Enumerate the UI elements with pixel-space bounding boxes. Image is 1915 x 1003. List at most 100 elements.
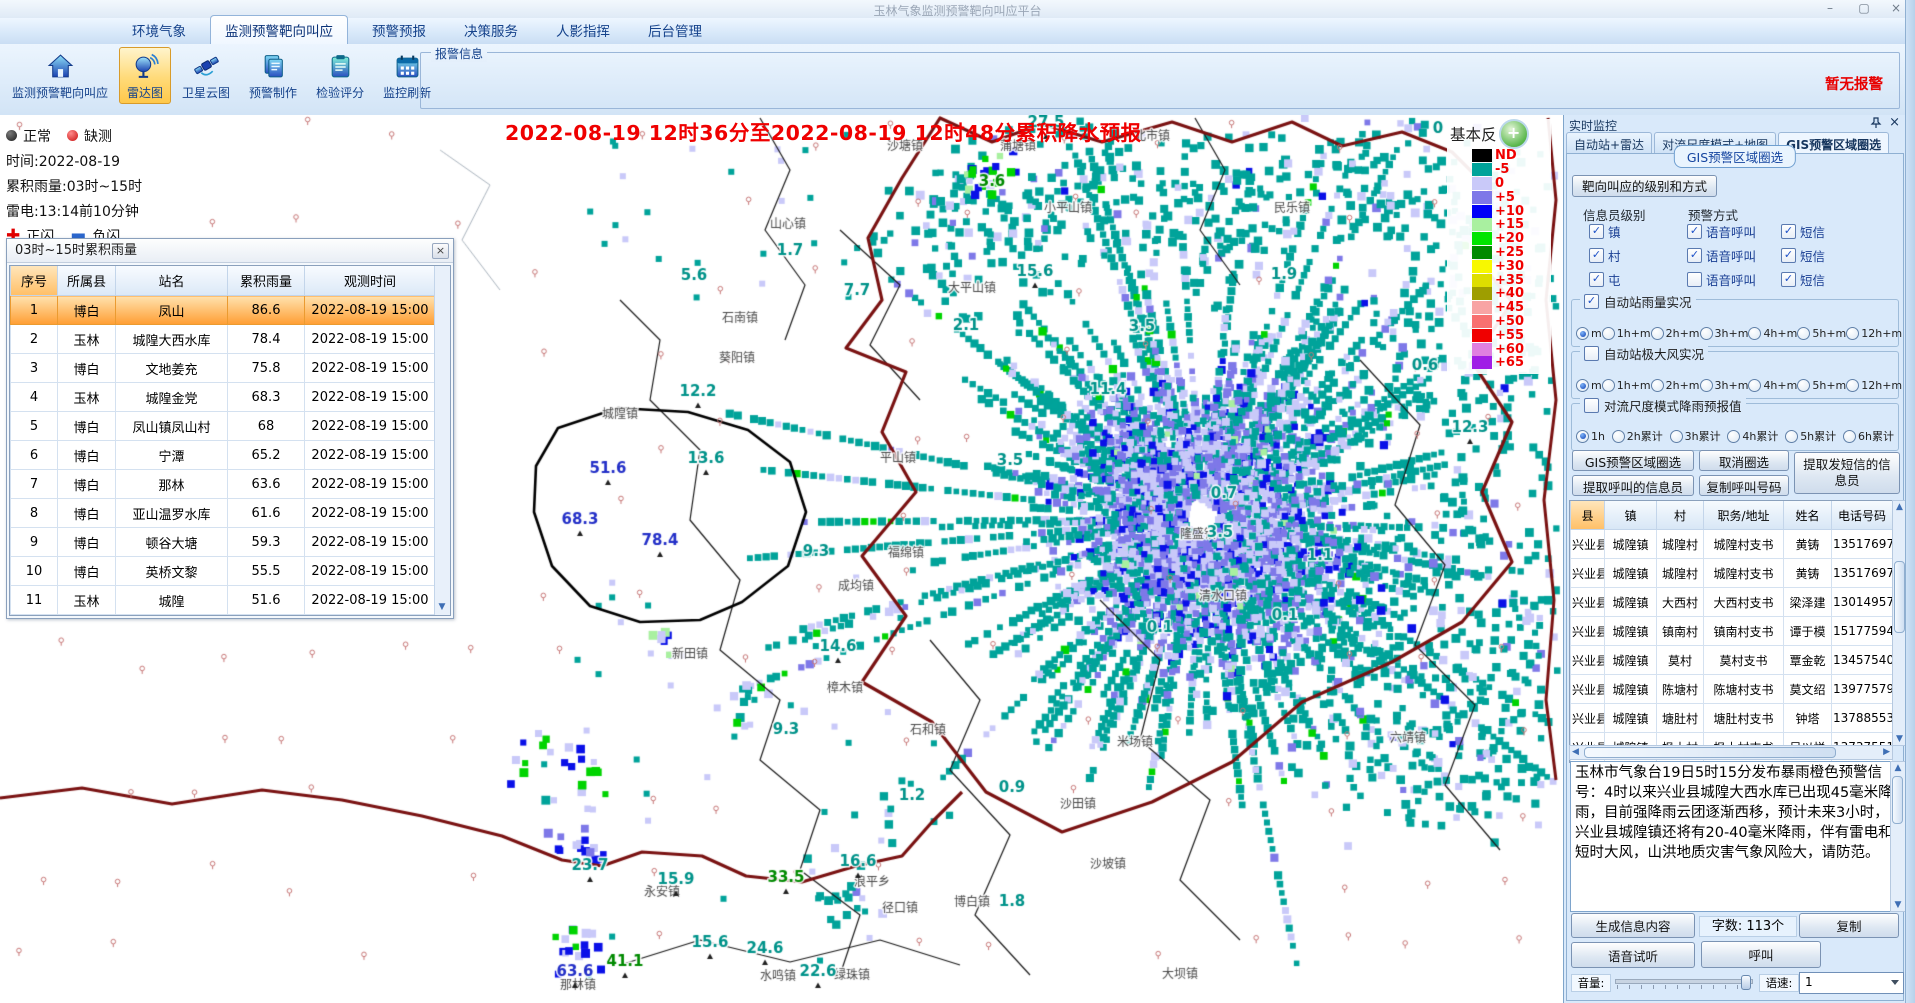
table-row[interactable]: 8博白亚山温罗水库61.62022-08-19 15:00 bbox=[11, 499, 436, 528]
radio-option[interactable]: 2h累计 bbox=[1612, 428, 1663, 444]
radio-icon[interactable] bbox=[1670, 430, 1683, 443]
contacts-col-header[interactable]: 职务/地址 bbox=[1704, 501, 1784, 530]
toolbar-button-2[interactable]: 雷达图 bbox=[119, 47, 171, 104]
gis-select-button[interactable]: GIS预警区域圈选 bbox=[1572, 450, 1694, 471]
checkbox-icon[interactable]: ✓ bbox=[1589, 248, 1604, 263]
table-row[interactable]: 5博白凤山镇凤山村682022-08-19 15:00 bbox=[11, 412, 436, 441]
table-row[interactable]: 兴业县城隍镇镇南村镇南村支书谭于模151775946 bbox=[1571, 617, 1893, 646]
rain-col-header[interactable]: 站名 bbox=[116, 266, 228, 296]
radio-icon[interactable] bbox=[1700, 327, 1713, 340]
level-mode-button[interactable]: 靶向叫应的级别和方式 bbox=[1572, 175, 1717, 197]
rain-col-header[interactable]: 所属县 bbox=[58, 266, 116, 296]
scroll-down-icon[interactable]: ▼ bbox=[436, 601, 448, 614]
radio-option[interactable]: 3h+m bbox=[1700, 327, 1749, 340]
radio-icon[interactable] bbox=[1785, 430, 1798, 443]
toolbar-button-3[interactable]: 卫星云图 bbox=[174, 47, 238, 104]
radio-option[interactable]: 5h+m bbox=[1797, 327, 1846, 340]
radio-option[interactable]: m bbox=[1576, 379, 1602, 392]
rain-col-header[interactable]: 累积雨量 bbox=[228, 266, 305, 296]
checkbox-icon[interactable] bbox=[1584, 398, 1599, 413]
contacts-col-header[interactable]: 镇 bbox=[1605, 501, 1657, 530]
scroll-left-icon[interactable]: ◀ bbox=[1572, 747, 1579, 757]
radio-option[interactable]: 12h+m bbox=[1846, 327, 1902, 340]
copy-number-button[interactable]: 复制呼叫号码 bbox=[1699, 475, 1789, 496]
generate-message-button[interactable]: 生成信息内容 bbox=[1571, 913, 1695, 938]
radio-option[interactable]: 2h+m bbox=[1651, 379, 1700, 392]
radio-icon[interactable] bbox=[1602, 327, 1615, 340]
radio-icon[interactable] bbox=[1748, 379, 1761, 392]
radio-icon[interactable] bbox=[1651, 379, 1664, 392]
checkbox-icon[interactable]: ✓ bbox=[1781, 224, 1796, 239]
radio-option[interactable]: 5h+m bbox=[1797, 379, 1846, 392]
table-row[interactable]: 兴业县城隍镇陈塘村陈塘村支书莫文绍139775796 bbox=[1571, 675, 1893, 704]
table-row[interactable]: 3博白文地姜充75.82022-08-19 15:00 bbox=[11, 354, 436, 383]
contacts-col-header[interactable]: 电话号码 bbox=[1832, 501, 1893, 530]
radio-icon[interactable] bbox=[1576, 327, 1589, 340]
toolbar-button-5[interactable]: 检验评分 bbox=[308, 47, 372, 104]
minimize-icon[interactable]: – bbox=[1815, 0, 1845, 16]
close-icon[interactable]: × bbox=[1889, 115, 1900, 130]
collapsed-panel-strip[interactable] bbox=[1905, 0, 1915, 1003]
extract-call-button[interactable]: 提取呼叫的信息员 bbox=[1572, 475, 1694, 496]
radio-option[interactable]: 1h bbox=[1576, 428, 1605, 444]
toolbar-button-4[interactable]: 预警制作 bbox=[241, 47, 305, 104]
checkbox-icon[interactable]: ✓ bbox=[1687, 248, 1702, 263]
table-row[interactable]: 兴业县城隍镇莫村莫村支书覃金乾134575405 bbox=[1571, 646, 1893, 675]
radio-icon[interactable] bbox=[1846, 379, 1859, 392]
voice-preview-button[interactable]: 语音试听 bbox=[1571, 942, 1695, 968]
radio-option[interactable]: 1h+m bbox=[1602, 327, 1651, 340]
radio-icon[interactable] bbox=[1651, 327, 1664, 340]
checkbox-voice-call[interactable]: ✓语音呼叫 bbox=[1687, 222, 1756, 241]
table-row[interactable]: 7博白那林63.62022-08-19 15:00 bbox=[11, 470, 436, 499]
checkbox-sms[interactable]: ✓短信 bbox=[1781, 270, 1825, 289]
menu-tab-3[interactable]: 预警预报 bbox=[358, 16, 440, 44]
rain-table-titlebar[interactable]: 03时~15时累积雨量 × bbox=[7, 239, 453, 263]
checkbox-icon[interactable]: ✓ bbox=[1584, 294, 1599, 309]
table-row[interactable]: 11玉林城隍51.62022-08-19 15:00 bbox=[11, 586, 436, 615]
table-row[interactable]: 兴业县城隍镇城隍村城隍村支书黄铸135176975 bbox=[1571, 530, 1893, 559]
warning-message-text[interactable]: 玉林市气象台19日5时15分发布暴雨橙色预警信号：4时以来兴业县城隍大西水库已出… bbox=[1570, 761, 1898, 912]
checkbox-icon[interactable]: ✓ bbox=[1781, 272, 1796, 287]
radio-option[interactable]: 12h+m bbox=[1846, 379, 1902, 392]
checkbox-level-屯[interactable]: ✓屯 bbox=[1589, 270, 1621, 289]
maximize-icon[interactable]: ▢ bbox=[1849, 0, 1879, 16]
close-icon[interactable]: × bbox=[432, 243, 449, 259]
checkbox-icon[interactable] bbox=[1584, 346, 1599, 361]
radio-icon[interactable] bbox=[1727, 430, 1740, 443]
scroll-right-icon[interactable]: ▶ bbox=[1883, 747, 1890, 757]
radio-option[interactable]: 4h+m bbox=[1748, 379, 1797, 392]
table-row[interactable]: 兴业县城隍镇城隍村城隍村支书黄铸135176975 bbox=[1571, 559, 1893, 588]
slider-thumb[interactable] bbox=[1741, 975, 1751, 990]
table-row[interactable]: 2玉林城隍大西水库78.42022-08-19 15:00 bbox=[11, 325, 436, 354]
rain-table-scrollbar[interactable]: ▼ bbox=[434, 266, 450, 615]
radio-option[interactable]: 5h累计 bbox=[1785, 428, 1836, 444]
checkbox-icon[interactable]: ✓ bbox=[1589, 272, 1604, 287]
menu-tab-6[interactable]: 后台管理 bbox=[634, 16, 716, 44]
rain-col-header[interactable]: 序号 bbox=[11, 266, 58, 296]
scroll-down-icon[interactable]: ▼ bbox=[1891, 900, 1905, 910]
radio-option[interactable]: 6h累计 bbox=[1843, 428, 1894, 444]
checkbox-icon[interactable]: ✓ bbox=[1687, 224, 1702, 239]
radio-option[interactable]: m bbox=[1576, 327, 1602, 340]
rain-col-header[interactable]: 观测时间 bbox=[305, 266, 436, 296]
checkbox-level-镇[interactable]: ✓镇 bbox=[1589, 222, 1621, 241]
pin-icon[interactable] bbox=[1870, 117, 1882, 129]
table-row[interactable]: 1博白凤山86.62022-08-19 15:00 bbox=[11, 296, 436, 325]
copy-button[interactable]: 复制 bbox=[1799, 913, 1899, 938]
scroll-up-icon[interactable]: ▲ bbox=[1891, 763, 1905, 773]
table-row[interactable]: 兴业县城隍镇塘肚村塘肚村支书钟塔137885534 bbox=[1571, 704, 1893, 733]
radio-icon[interactable] bbox=[1576, 430, 1589, 443]
contacts-col-header[interactable]: 县 bbox=[1571, 501, 1605, 530]
checkbox-sms[interactable]: ✓短信 bbox=[1781, 246, 1825, 265]
radio-icon[interactable] bbox=[1748, 327, 1761, 340]
radio-icon[interactable] bbox=[1612, 430, 1625, 443]
checkbox-level-村[interactable]: ✓村 bbox=[1589, 246, 1621, 265]
radio-option[interactable]: 4h累计 bbox=[1727, 428, 1778, 444]
radio-option[interactable]: 3h累计 bbox=[1670, 428, 1721, 444]
menu-tab-2[interactable]: 监测预警靶向叫应 bbox=[210, 15, 348, 44]
table-row[interactable]: 9博白顿谷大塘59.32022-08-19 15:00 bbox=[11, 528, 436, 557]
checkbox-icon[interactable]: ✓ bbox=[1589, 224, 1604, 239]
radio-icon[interactable] bbox=[1700, 379, 1713, 392]
contacts-col-header[interactable]: 姓名 bbox=[1784, 501, 1832, 530]
radio-option[interactable]: 1h+m bbox=[1602, 379, 1651, 392]
